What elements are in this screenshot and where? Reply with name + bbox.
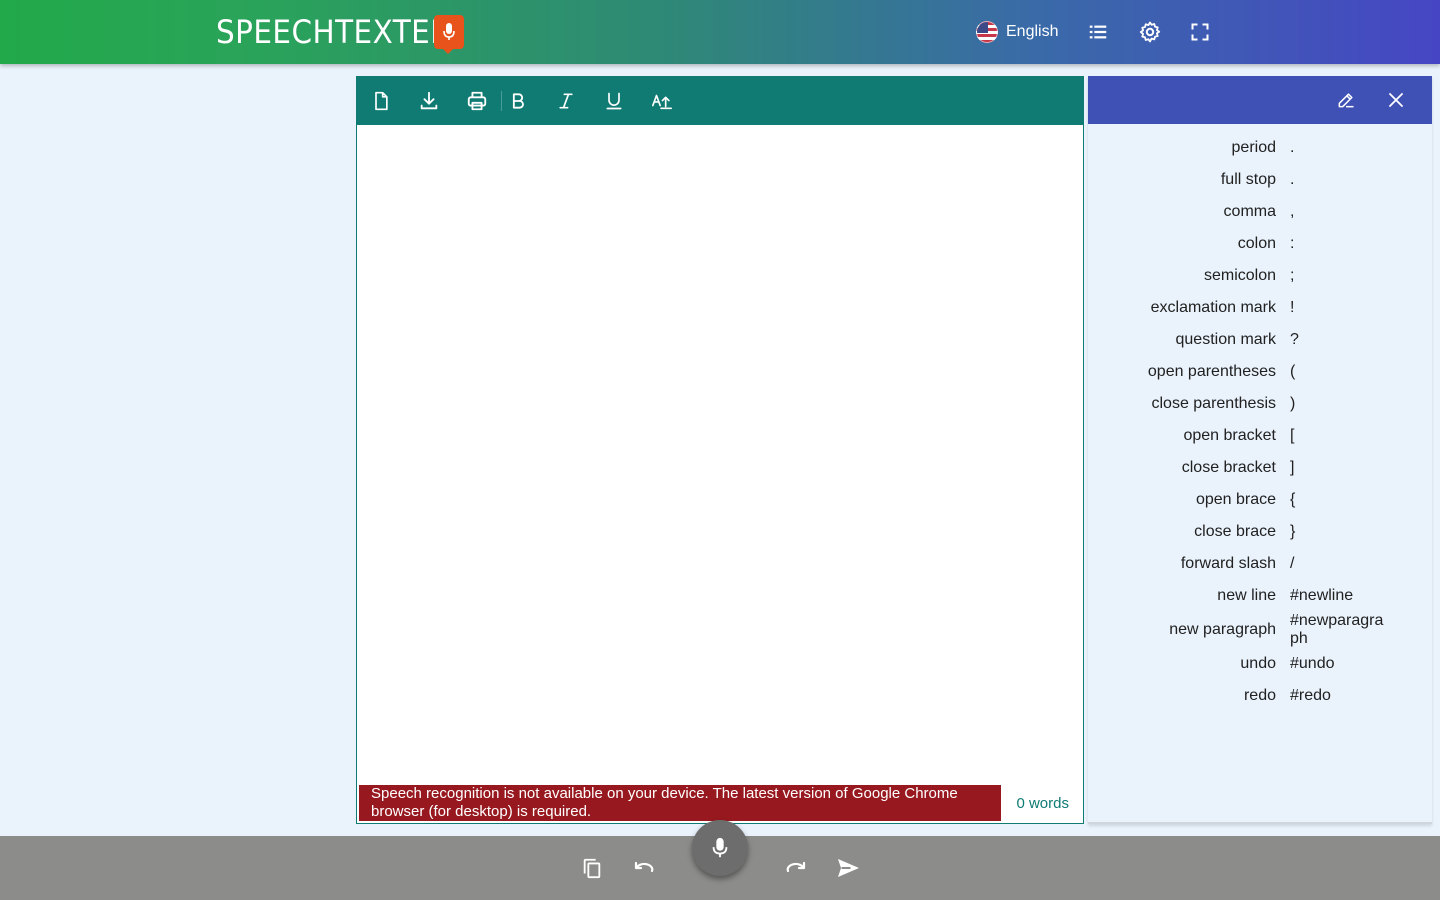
command-name: comma bbox=[1223, 203, 1276, 220]
command-row: open brace { bbox=[1088, 484, 1432, 516]
voice-commands-panel: period. full stop. comma, colon: semicolon; e… bbox=[1088, 76, 1432, 824]
command-value: [ bbox=[1290, 427, 1295, 444]
command-row: undo #undo bbox=[1088, 648, 1432, 680]
command-row: new paragraph #newparagraph bbox=[1088, 612, 1432, 648]
list-icon[interactable] bbox=[1086, 20, 1110, 44]
command-name: full stop bbox=[1220, 171, 1276, 188]
editor-status-row: Speech recognition is not available on y… bbox=[359, 785, 1081, 821]
italic-icon[interactable] bbox=[554, 89, 578, 113]
command-row: exclamation mark! bbox=[1088, 292, 1432, 324]
command-row: colon: bbox=[1088, 228, 1432, 260]
command-value: , bbox=[1290, 203, 1295, 220]
fullscreen-icon[interactable] bbox=[1188, 20, 1212, 44]
language-label: English bbox=[1006, 23, 1059, 40]
gear-icon[interactable] bbox=[1138, 20, 1162, 44]
microphone-button[interactable] bbox=[692, 820, 748, 876]
command-name: new line bbox=[1217, 587, 1276, 604]
command-value: ! bbox=[1290, 299, 1295, 316]
copy-icon[interactable] bbox=[580, 856, 604, 880]
command-name: period bbox=[1231, 139, 1276, 156]
logo-text: SPEECHTEXTER bbox=[216, 13, 452, 51]
close-icon[interactable] bbox=[1384, 88, 1408, 112]
editor-text-area[interactable] bbox=[357, 125, 1083, 781]
command-row: semicolon; bbox=[1088, 260, 1432, 292]
command-value: #redo bbox=[1290, 687, 1331, 704]
command-value: / bbox=[1290, 555, 1295, 572]
underline-icon[interactable] bbox=[602, 89, 626, 113]
command-name: undo bbox=[1240, 655, 1276, 672]
command-row: open parentheses ( bbox=[1088, 356, 1432, 388]
command-row: period. bbox=[1088, 132, 1432, 164]
command-value: : bbox=[1290, 235, 1295, 252]
command-name: open bracket bbox=[1183, 427, 1276, 444]
command-name: close parenthesis bbox=[1151, 395, 1276, 412]
command-name: exclamation mark bbox=[1150, 299, 1276, 316]
command-name: forward slash bbox=[1180, 555, 1276, 572]
language-selector[interactable]: English bbox=[976, 20, 1058, 44]
undo-icon[interactable] bbox=[632, 856, 656, 880]
command-name: question mark bbox=[1175, 331, 1277, 348]
command-row: close brace} bbox=[1088, 516, 1432, 548]
command-name: close bracket bbox=[1181, 459, 1276, 476]
command-value: } bbox=[1290, 523, 1296, 540]
redo-icon[interactable] bbox=[784, 856, 808, 880]
new-document-icon[interactable] bbox=[369, 89, 393, 113]
toolbar-divider bbox=[501, 91, 502, 111]
command-row: open bracket [ bbox=[1088, 420, 1432, 452]
command-value: . bbox=[1290, 139, 1295, 156]
command-value: ; bbox=[1290, 267, 1295, 284]
send-icon[interactable] bbox=[836, 856, 860, 880]
microphone-icon bbox=[712, 837, 728, 858]
command-value: #newparagraph bbox=[1290, 612, 1384, 647]
command-value: . bbox=[1290, 171, 1295, 188]
command-value: #undo bbox=[1290, 655, 1335, 672]
command-row: forward slash / bbox=[1088, 548, 1432, 580]
command-name: open parentheses bbox=[1147, 363, 1276, 380]
command-row: full stop. bbox=[1088, 164, 1432, 196]
editor-toolbar bbox=[357, 77, 1083, 125]
us-flag-icon bbox=[976, 21, 998, 43]
command-name: semicolon bbox=[1203, 267, 1276, 284]
speechtexter-logo[interactable]: SPEECHTEXTER bbox=[216, 13, 464, 54]
command-row: close bracket] bbox=[1088, 452, 1432, 484]
command-value: ? bbox=[1290, 331, 1299, 348]
command-value: ( bbox=[1290, 363, 1296, 380]
command-name: redo bbox=[1243, 687, 1276, 704]
command-name: colon bbox=[1237, 235, 1276, 252]
command-name: new paragraph bbox=[1169, 621, 1276, 638]
command-name: open brace bbox=[1195, 491, 1276, 508]
text-editor: Speech recognition is not available on y… bbox=[356, 76, 1084, 824]
download-icon[interactable] bbox=[417, 89, 441, 113]
command-row: redo #redo bbox=[1088, 680, 1432, 712]
logo-microphone-icon bbox=[434, 15, 464, 54]
command-value: { bbox=[1290, 491, 1296, 508]
commands-list: period. full stop. comma, colon: semicolon; e… bbox=[1088, 124, 1432, 712]
command-row: close parenthesis) bbox=[1088, 388, 1432, 420]
text-size-icon[interactable] bbox=[650, 89, 674, 113]
command-value: ) bbox=[1290, 395, 1296, 412]
app-header: SPEECHTEXTER English bbox=[0, 0, 1440, 64]
command-name: close brace bbox=[1194, 523, 1276, 540]
command-value: #newline bbox=[1290, 587, 1354, 604]
command-value: ] bbox=[1290, 459, 1295, 476]
command-row: question mark? bbox=[1088, 324, 1432, 356]
print-icon[interactable] bbox=[465, 89, 489, 113]
commands-panel-header bbox=[1088, 76, 1432, 124]
word-count: 0 words bbox=[1016, 794, 1069, 812]
command-row: new line #newline bbox=[1088, 580, 1432, 612]
command-row: comma, bbox=[1088, 196, 1432, 228]
speech-unavailable-alert: Speech recognition is not available on y… bbox=[359, 785, 1001, 821]
edit-icon[interactable] bbox=[1334, 88, 1358, 112]
bold-icon[interactable] bbox=[506, 89, 530, 113]
